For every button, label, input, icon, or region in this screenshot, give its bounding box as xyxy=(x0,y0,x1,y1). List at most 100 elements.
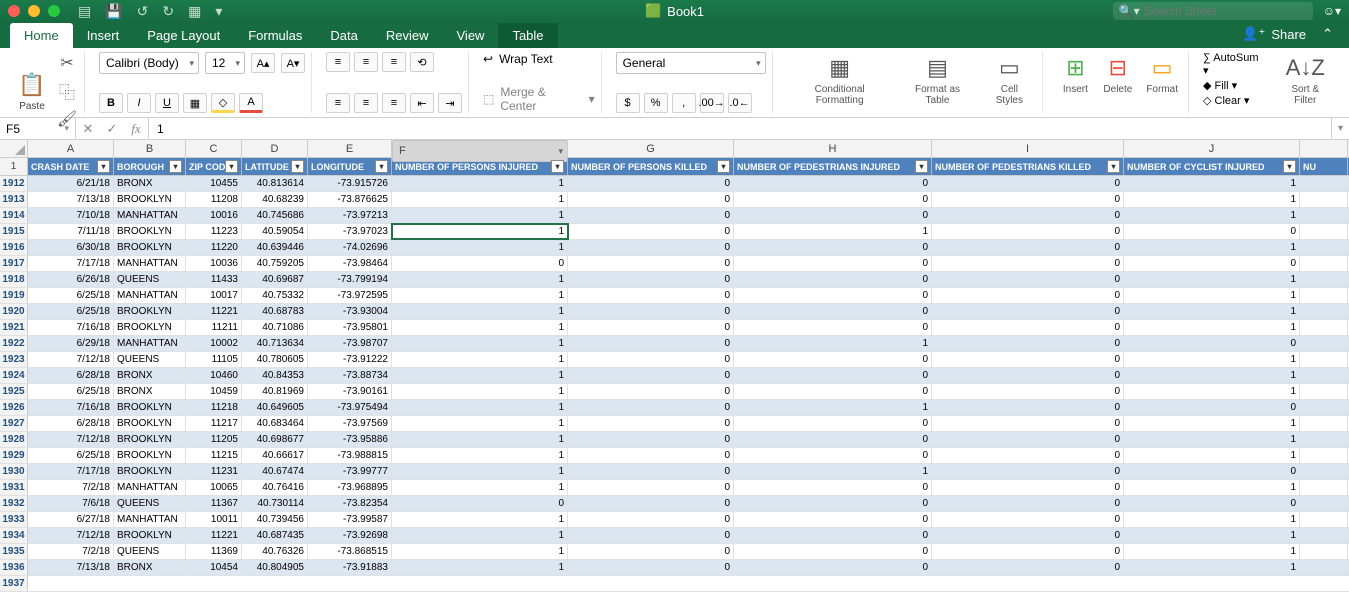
cell[interactable]: QUEENS xyxy=(114,272,186,287)
cell[interactable] xyxy=(1300,272,1348,287)
cell[interactable]: 1 xyxy=(1124,192,1300,207)
delete-button[interactable]: ⊟Delete xyxy=(1099,52,1136,97)
insert-button[interactable]: ⊞Insert xyxy=(1057,52,1093,97)
decrease-font-icon[interactable]: A▾ xyxy=(281,53,305,73)
cell[interactable]: 10011 xyxy=(186,512,242,527)
worksheet-grid[interactable]: ABCDEFGHIJ 1 CRASH DATE▾BOROUGH▾ZIP CODE… xyxy=(0,140,1349,600)
cell[interactable]: 40.804905 xyxy=(242,560,308,575)
cell[interactable]: 10454 xyxy=(186,560,242,575)
cell[interactable]: 40.649605 xyxy=(242,400,308,415)
clear-button[interactable]: ◇ Clear ▾ xyxy=(1203,94,1266,107)
orientation-icon[interactable]: ⟲ xyxy=(410,52,434,72)
cell[interactable]: 1 xyxy=(1124,352,1300,367)
cell[interactable]: 0 xyxy=(1124,256,1300,271)
cell[interactable]: -73.91222 xyxy=(308,352,392,367)
cell[interactable]: BRONX xyxy=(114,384,186,399)
cell[interactable]: 0 xyxy=(734,256,932,271)
cell[interactable]: 11105 xyxy=(186,352,242,367)
cell[interactable]: 11223 xyxy=(186,224,242,239)
cell[interactable]: 0 xyxy=(734,176,932,191)
cell[interactable]: 0 xyxy=(734,448,932,463)
cell[interactable]: 1 xyxy=(1124,176,1300,191)
qat-more-icon[interactable]: ▾ xyxy=(215,3,222,20)
row-header[interactable]: 1918 xyxy=(0,272,28,287)
cell[interactable]: 0 xyxy=(932,416,1124,431)
cell[interactable]: 6/28/18 xyxy=(28,368,114,383)
cell[interactable]: 6/25/18 xyxy=(28,288,114,303)
sort-filter-button[interactable]: A↓ZSort & Filter xyxy=(1276,52,1335,108)
format-as-table-button[interactable]: ▤Format as Table xyxy=(899,52,977,108)
grid-icon[interactable]: ▦ xyxy=(188,3,201,20)
cell[interactable]: 1 xyxy=(392,368,568,383)
cell[interactable]: 40.69687 xyxy=(242,272,308,287)
autosum-button[interactable]: ∑ AutoSum ▾ xyxy=(1203,52,1266,77)
cell[interactable]: 0 xyxy=(568,288,734,303)
cell[interactable]: BROOKLYN xyxy=(114,304,186,319)
select-all-corner[interactable] xyxy=(0,140,28,157)
cell[interactable]: BRONX xyxy=(114,560,186,575)
tab-insert[interactable]: Insert xyxy=(73,23,134,48)
cell[interactable]: 1 xyxy=(392,336,568,351)
cell[interactable]: 0 xyxy=(932,352,1124,367)
cell[interactable]: 0 xyxy=(932,288,1124,303)
cell[interactable]: 40.698677 xyxy=(242,432,308,447)
cell[interactable]: 1 xyxy=(392,416,568,431)
cell[interactable]: 1 xyxy=(1124,384,1300,399)
cell[interactable]: 0 xyxy=(568,496,734,511)
save-icon[interactable]: ▤ xyxy=(78,3,91,20)
row-header[interactable]: 1933 xyxy=(0,512,28,527)
cell[interactable]: 1 xyxy=(392,192,568,207)
table-header[interactable]: LATITUDE▾ xyxy=(242,158,308,175)
cell[interactable]: 11369 xyxy=(186,544,242,559)
cell[interactable]: 40.76326 xyxy=(242,544,308,559)
cell[interactable] xyxy=(1300,464,1348,479)
row-header[interactable]: 1928 xyxy=(0,432,28,447)
filter-icon[interactable]: ▾ xyxy=(915,160,928,173)
cell[interactable]: 1 xyxy=(1124,448,1300,463)
cell[interactable]: 7/16/18 xyxy=(28,400,114,415)
cell[interactable] xyxy=(1300,208,1348,223)
cell[interactable]: 0 xyxy=(734,544,932,559)
row-header[interactable]: 1916 xyxy=(0,240,28,255)
cell[interactable]: 0 xyxy=(734,368,932,383)
cell[interactable]: 7/6/18 xyxy=(28,496,114,511)
cell[interactable]: 10017 xyxy=(186,288,242,303)
cell[interactable]: 0 xyxy=(932,544,1124,559)
filter-icon[interactable]: ▾ xyxy=(1283,160,1296,173)
cell[interactable] xyxy=(1300,176,1348,191)
cell[interactable]: 1 xyxy=(734,336,932,351)
cell[interactable]: 0 xyxy=(734,432,932,447)
cell[interactable]: 0 xyxy=(932,176,1124,191)
cell[interactable]: 0 xyxy=(568,544,734,559)
filter-icon[interactable]: ▾ xyxy=(225,160,238,173)
row-header[interactable]: 1923 xyxy=(0,352,28,367)
row-header[interactable]: 1 xyxy=(0,158,28,175)
table-header[interactable]: BOROUGH▾ xyxy=(114,158,186,175)
cell[interactable]: 1 xyxy=(1124,272,1300,287)
align-left-icon[interactable]: ≡ xyxy=(326,93,350,113)
cell[interactable]: 0 xyxy=(568,512,734,527)
cell[interactable]: 0 xyxy=(568,368,734,383)
cell[interactable]: 11221 xyxy=(186,304,242,319)
zoom-window-button[interactable] xyxy=(48,5,60,17)
cell[interactable]: 11211 xyxy=(186,320,242,335)
cell[interactable]: 11215 xyxy=(186,448,242,463)
fx-icon[interactable]: fx xyxy=(124,118,148,139)
cell[interactable]: 0 xyxy=(568,480,734,495)
cell[interactable]: 0 xyxy=(734,240,932,255)
cell[interactable]: -73.91883 xyxy=(308,560,392,575)
cell[interactable]: MANHATTAN xyxy=(114,336,186,351)
cell[interactable]: 1 xyxy=(1124,528,1300,543)
cell[interactable]: 0 xyxy=(932,480,1124,495)
cell[interactable]: 7/12/18 xyxy=(28,528,114,543)
row-header[interactable]: 1930 xyxy=(0,464,28,479)
cell[interactable]: 1 xyxy=(1124,432,1300,447)
cell[interactable] xyxy=(1300,416,1348,431)
border-button[interactable]: ▦ xyxy=(183,93,207,113)
row-header[interactable]: 1934 xyxy=(0,528,28,543)
cell[interactable]: 7/10/18 xyxy=(28,208,114,223)
table-header[interactable]: NUMBER OF CYCLIST INJURED▾ xyxy=(1124,158,1300,175)
cell[interactable]: 1 xyxy=(392,176,568,191)
cell[interactable]: 0 xyxy=(568,256,734,271)
search-sheet-box[interactable]: 🔍▾ xyxy=(1113,2,1313,20)
